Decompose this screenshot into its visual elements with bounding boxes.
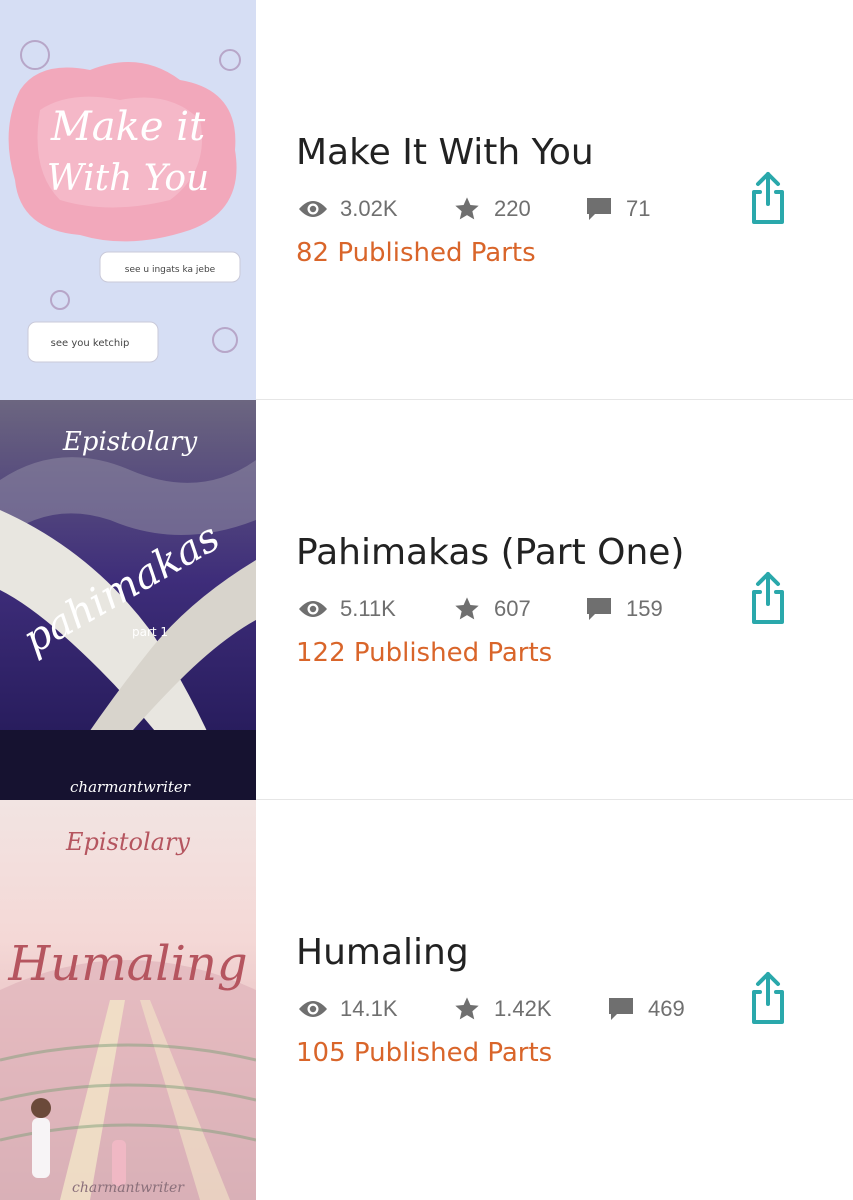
eye-icon	[298, 994, 328, 1024]
cover-subtitle: part 1	[132, 625, 168, 639]
cover-author: charmantwriter	[70, 778, 191, 796]
story-cover[interactable]: Epistolary pahimakas part 1 charmantwrit…	[0, 400, 256, 800]
reads-count: 14.1K	[298, 994, 398, 1024]
comment-icon	[584, 194, 614, 224]
published-parts: 82 Published Parts	[296, 238, 536, 268]
votes-value: 220	[494, 196, 531, 221]
comments-count: 159	[584, 594, 663, 624]
star-icon	[452, 594, 482, 624]
cover-series: Epistolary	[62, 427, 198, 457]
story-cover[interactable]: Epistolary Humaling charmantwriter	[0, 800, 256, 1200]
comment-icon	[606, 994, 636, 1024]
comments-count: 469	[606, 994, 685, 1024]
star-icon	[452, 994, 482, 1024]
comments-count: 71	[584, 194, 650, 224]
reads-value: 3.02K	[340, 196, 398, 221]
story-row[interactable]: Epistolary Humaling charmantwriter Humal…	[0, 800, 853, 1200]
comment-icon	[584, 594, 614, 624]
story-title[interactable]: Make It With You	[296, 132, 594, 173]
cover-title: Humaling	[7, 936, 247, 992]
eye-icon	[298, 194, 328, 224]
star-icon	[452, 194, 482, 224]
cover-title-line1: Make it	[50, 104, 206, 150]
eye-icon	[298, 594, 328, 624]
share-icon	[748, 970, 788, 1031]
cover-bubble-1: see u ingats ka jebe	[125, 265, 216, 275]
story-row[interactable]: Make it With You see u ingats ka jebe se…	[0, 0, 853, 400]
reads-count: 3.02K	[298, 194, 398, 224]
cover-series: Epistolary	[65, 828, 190, 856]
published-parts: 105 Published Parts	[296, 1038, 553, 1068]
published-parts: 122 Published Parts	[296, 638, 553, 668]
share-button[interactable]	[744, 570, 792, 631]
cover-title-line2: With You	[47, 158, 209, 199]
reads-count: 5.11K	[298, 594, 396, 624]
votes-count: 220	[452, 194, 531, 224]
share-button[interactable]	[744, 170, 792, 231]
votes-value: 607	[494, 596, 531, 621]
cover-author: charmantwriter	[72, 1180, 185, 1196]
cover-bubble-2: see you ketchip	[51, 338, 130, 349]
story-row[interactable]: Epistolary pahimakas part 1 charmantwrit…	[0, 400, 853, 800]
share-button[interactable]	[744, 970, 792, 1031]
story-title[interactable]: Pahimakas (Part One)	[296, 532, 684, 573]
votes-count: 1.42K	[452, 994, 552, 1024]
votes-count: 607	[452, 594, 531, 624]
share-icon	[748, 170, 788, 231]
story-title[interactable]: Humaling	[296, 932, 469, 973]
comments-value: 71	[626, 196, 651, 221]
reads-value: 14.1K	[340, 996, 398, 1021]
comments-value: 159	[626, 596, 663, 621]
story-cover[interactable]: Make it With You see u ingats ka jebe se…	[0, 0, 256, 400]
votes-value: 1.42K	[494, 996, 552, 1021]
reads-value: 5.11K	[340, 596, 396, 621]
share-icon	[748, 570, 788, 631]
comments-value: 469	[648, 996, 685, 1021]
